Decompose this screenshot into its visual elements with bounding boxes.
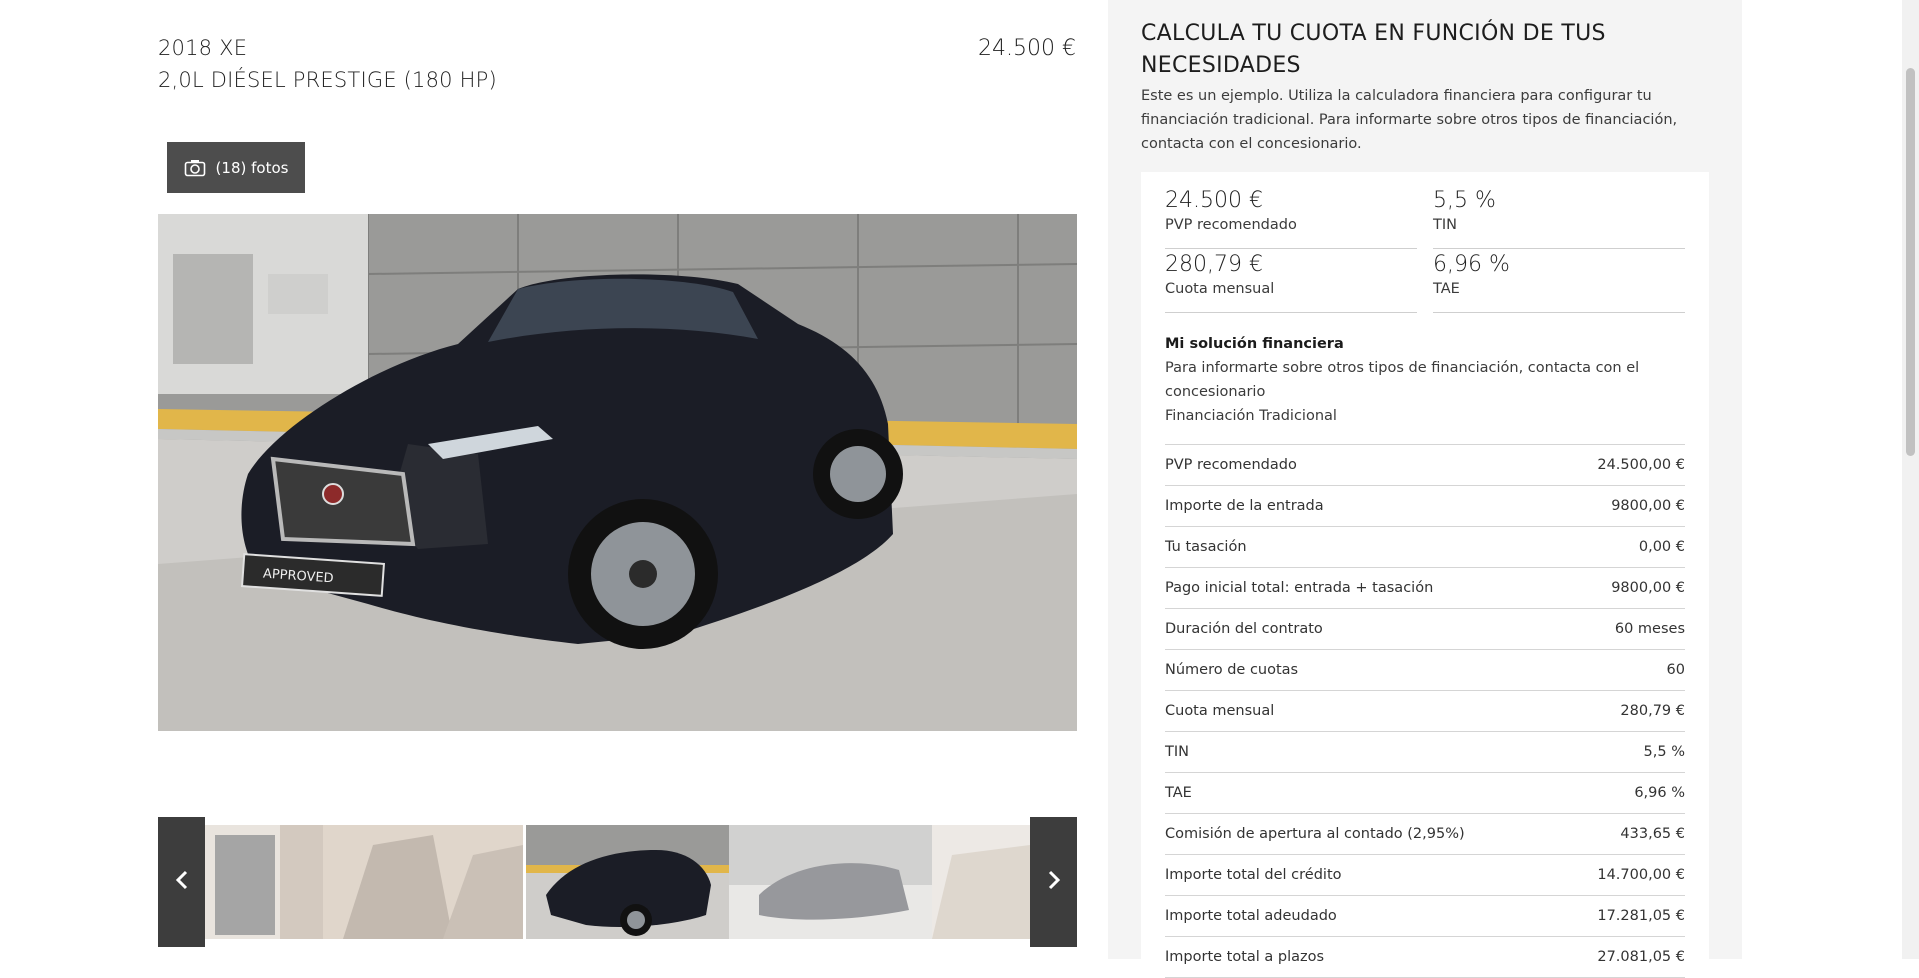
finance-row: TAE 6,96 % (1165, 773, 1685, 814)
finance-row-label: TIN (1165, 744, 1189, 760)
thumbnail-carousel (158, 817, 1077, 947)
finance-row-label: Importe total del crédito (1165, 867, 1342, 883)
summary-monthly-fee: 280,79 € Cuota mensual (1165, 250, 1417, 313)
vehicle-year-model: 2018 XE (158, 36, 248, 60)
finance-row: Tu tasación 0,00 € (1165, 527, 1685, 568)
finance-row-value: 0,00 € (1638, 539, 1685, 555)
summary-tin: 5,5 % TIN (1433, 186, 1685, 249)
finance-row: PVP recomendado 24.500,00 € (1165, 445, 1685, 486)
photos-button-label: (18) fotos (215, 158, 289, 177)
thumbnail-photo[interactable] (323, 825, 523, 939)
finance-row-label: TAE (1165, 785, 1192, 801)
finance-row-value: 9800,00 € (1611, 498, 1685, 514)
financial-solution-text: Para informarte sobre otros tipos de fin… (1165, 356, 1685, 428)
finance-row-label: Número de cuotas (1165, 662, 1299, 678)
financial-solution-description: Para informarte sobre otros tipos de fin… (1165, 360, 1640, 400)
thumbnail-photo[interactable] (205, 825, 323, 939)
summary-value: 5,5 % (1433, 188, 1496, 213)
finance-row-value: 24.500,00 € (1597, 457, 1685, 473)
summary-price: 24.500 € PVP recomendado (1165, 186, 1417, 249)
finance-row: Importe total adeudado 17.281,05 € (1165, 896, 1685, 937)
financial-solution-title: Mi solución financiera (1165, 336, 1344, 352)
finance-row-label: Tu tasación (1165, 539, 1247, 555)
financial-solution-type: Financiación Tradicional (1165, 408, 1337, 424)
summary-label: Cuota mensual (1165, 281, 1275, 297)
finance-row-value: 433,65 € (1620, 826, 1685, 842)
finance-details-table: PVP recomendado 24.500,00 € Importe de la … (1165, 444, 1685, 978)
summary-value: 24.500 € (1165, 188, 1263, 213)
finance-row: Importe de la entrada 9800,00 € (1165, 486, 1685, 527)
carousel-next-button[interactable] (1030, 817, 1077, 947)
finance-summary-card: 24.500 € PVP recomendado 5,5 % TIN 280,7… (1141, 172, 1709, 978)
finance-row: Comisión de apertura al contado (2,95%) 4… (1165, 814, 1685, 855)
finance-row: Pago inicial total: entrada + tasación 98… (1165, 568, 1685, 609)
calculator-title: CALCULA TU CUOTA EN FUNCIÓN DE TUS NECES… (1141, 21, 1606, 78)
summary-tae: 6,96 % TAE (1433, 250, 1685, 313)
finance-row: Duración del contrato 60 meses (1165, 609, 1685, 650)
finance-row-value: 14.700,00 € (1597, 867, 1685, 883)
finance-row-label: Duración del contrato (1165, 621, 1323, 637)
thumbnail-photo[interactable] (729, 825, 932, 939)
finance-row: Cuota mensual 280,79 € (1165, 691, 1685, 732)
finance-row-value: 27.081,05 € (1597, 949, 1685, 965)
finance-row: Importe total a plazos 27.081,05 € (1165, 937, 1685, 978)
finance-row-value: 9800,00 € (1611, 580, 1685, 596)
finance-row-label: Pago inicial total: entrada + tasación (1165, 580, 1434, 596)
scrollbar-thumb[interactable] (1906, 68, 1915, 456)
finance-row-label: PVP recomendado (1165, 457, 1297, 473)
thumbnail-photo-active[interactable] (526, 825, 729, 939)
finance-row-label: Importe total adeudado (1165, 908, 1337, 924)
finance-row-label: Importe total a plazos (1165, 949, 1325, 965)
finance-row-label: Cuota mensual (1165, 703, 1275, 719)
thumbnail-photo[interactable] (932, 825, 1030, 939)
chevron-left-icon (175, 869, 189, 895)
finance-row: Importe total del crédito 14.700,00 € (1165, 855, 1685, 896)
vehicle-trim: 2,0L DIÉSEL PRESTIGE (180 HP) (158, 68, 497, 92)
calculator-description: Este es un ejemplo. Utiliza la calculado… (1141, 88, 1678, 152)
finance-row: Número de cuotas 60 (1165, 650, 1685, 691)
finance-row-value: 17.281,05 € (1597, 908, 1685, 924)
finance-row-value: 6,96 % (1634, 785, 1685, 801)
photos-button[interactable]: (18) fotos (167, 142, 305, 193)
summary-label: TIN (1433, 217, 1457, 233)
summary-label: PVP recomendado (1165, 217, 1297, 233)
finance-row-value: 280,79 € (1620, 703, 1685, 719)
summary-value: 280,79 € (1165, 252, 1263, 277)
page-scrollbar[interactable] (1902, 0, 1919, 959)
finance-row-label: Importe de la entrada (1165, 498, 1324, 514)
camera-icon (184, 159, 206, 177)
finance-row: TIN 5,5 % (1165, 732, 1685, 773)
carousel-prev-button[interactable] (158, 817, 205, 947)
chevron-right-icon (1047, 869, 1061, 895)
finance-row-label: Comisión de apertura al contado (2,95%) (1165, 826, 1465, 842)
vehicle-price: 24.500 € (978, 36, 1076, 61)
vehicle-detail-panel: 2018 XE 2,0L DIÉSEL PRESTIGE (180 HP) 24… (0, 0, 1108, 959)
main-car-photo[interactable]: APPROVED (158, 214, 1077, 731)
summary-label: TAE (1433, 281, 1460, 297)
summary-value: 6,96 % (1433, 252, 1510, 277)
finance-calculator-panel: CALCULA TU CUOTA EN FUNCIÓN DE TUS NECES… (1108, 0, 1742, 978)
finance-row-value: 60 (1666, 662, 1685, 678)
finance-row-value: 5,5 % (1643, 744, 1685, 760)
finance-row-value: 60 meses (1614, 621, 1685, 637)
